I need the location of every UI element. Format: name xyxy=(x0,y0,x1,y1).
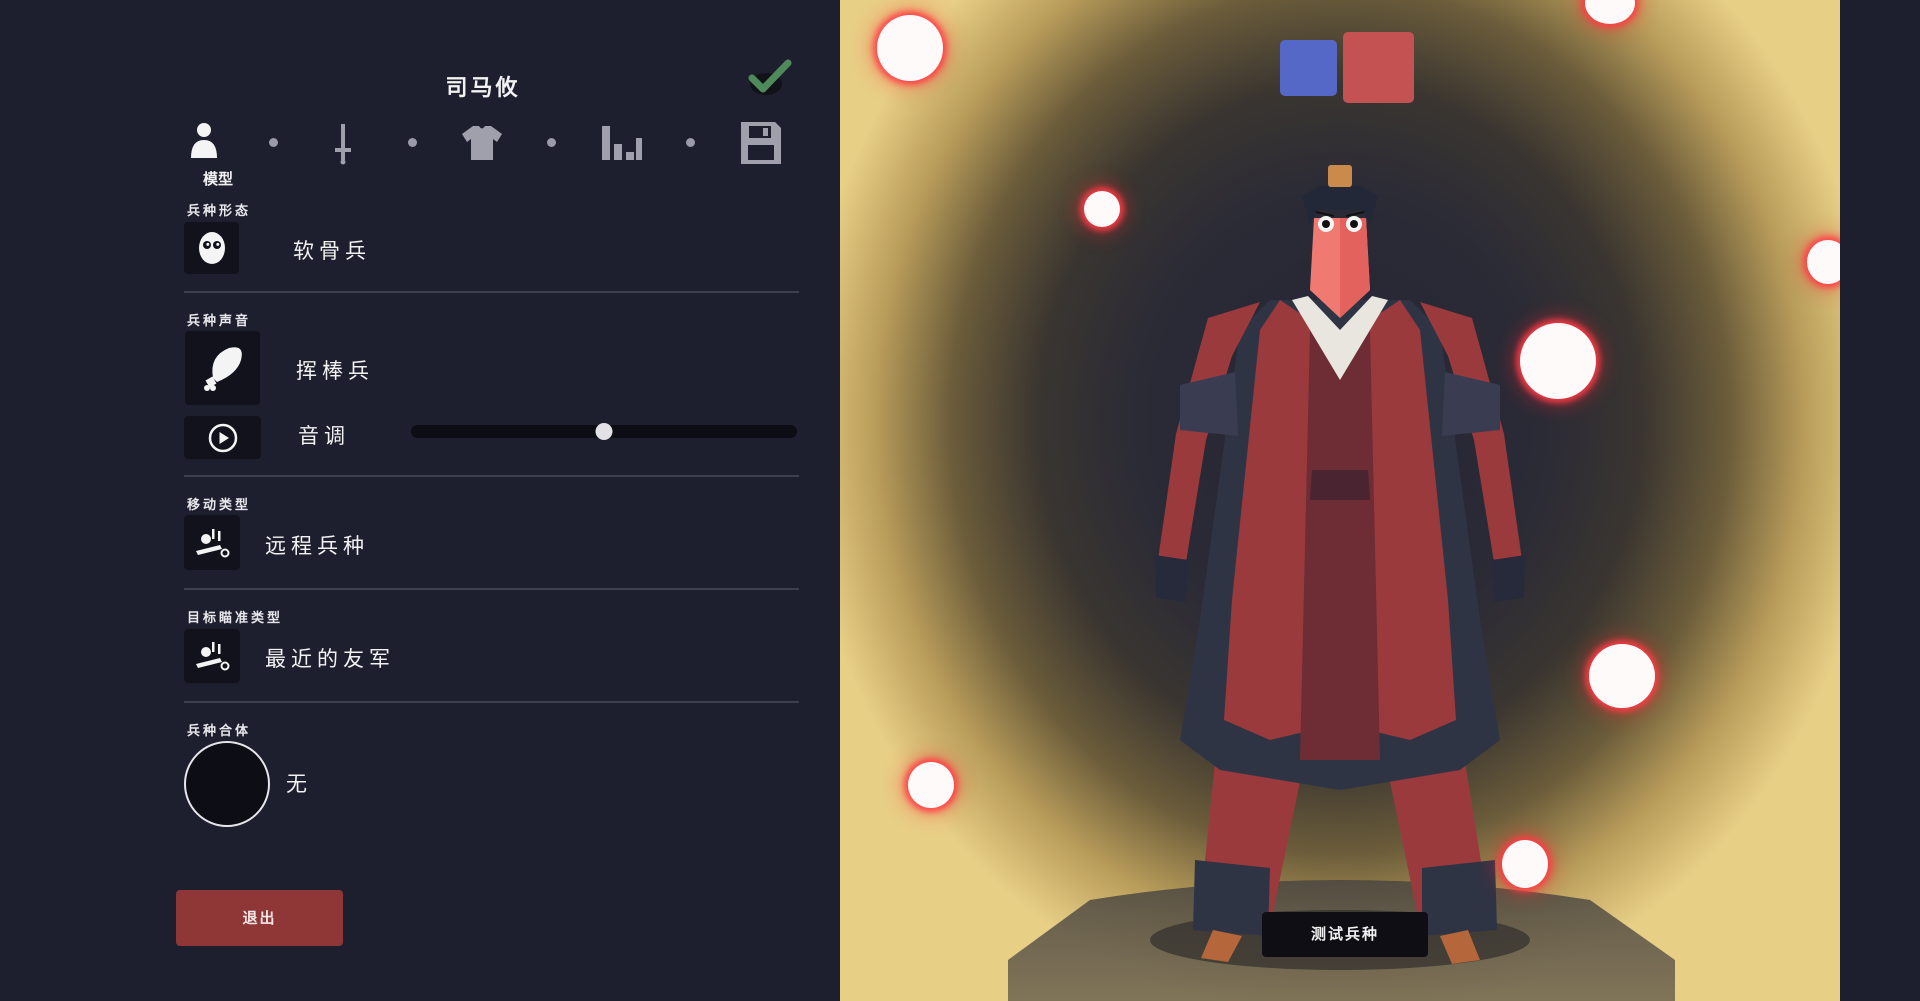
pitch-slider-thumb[interactable] xyxy=(595,423,613,440)
glow-orb xyxy=(1084,191,1120,227)
step-model-label: 模型 xyxy=(202,170,233,188)
section-movement-label: 移动类型 xyxy=(187,498,252,513)
step-separator-dot xyxy=(269,138,278,147)
test-unit-button[interactable]: 测试兵种 xyxy=(1262,912,1428,957)
team-color-blue[interactable] xyxy=(1280,40,1337,96)
voice-select-button[interactable] xyxy=(185,331,260,405)
glow-orb xyxy=(1502,840,1548,888)
sword-icon xyxy=(335,124,351,165)
unit-character xyxy=(1155,165,1525,964)
person-icon xyxy=(191,123,217,158)
combine-value: 无 xyxy=(286,772,312,796)
section-form-label: 兵种形态 xyxy=(187,204,252,219)
right-edge-strip xyxy=(1840,0,1920,1001)
unit-editor-panel: 司马攸 模型 兵种形态 软骨兵 兵种声音 挥棒兵 音调 移动类型 远程兵种 目标… xyxy=(0,0,840,1001)
glow-orb xyxy=(877,15,943,81)
section-voice-label: 兵种声音 xyxy=(187,314,252,329)
voice-value: 挥棒兵 xyxy=(296,359,374,383)
form-value: 软骨兵 xyxy=(293,239,371,263)
unit-preview-scene xyxy=(1008,165,1675,1001)
play-icon xyxy=(208,423,237,452)
pitch-label: 音调 xyxy=(298,424,350,448)
glow-orb xyxy=(1520,323,1596,399)
ragdoll-face-icon xyxy=(198,232,225,264)
pitch-slider[interactable] xyxy=(411,423,797,440)
section-divider xyxy=(184,588,799,590)
step-save[interactable] xyxy=(735,118,785,168)
target-value: 最近的友军 xyxy=(265,647,395,671)
target-icon xyxy=(196,642,230,671)
movement-icon xyxy=(196,528,230,557)
step-stats[interactable] xyxy=(596,118,646,168)
glow-orb xyxy=(908,762,954,808)
step-separator-dot xyxy=(686,138,695,147)
unit-name-title[interactable]: 司马攸 xyxy=(420,70,546,102)
target-select-button[interactable] xyxy=(184,629,240,683)
step-weapons[interactable] xyxy=(318,118,368,168)
step-separator-dot xyxy=(408,138,417,147)
movement-select-button[interactable] xyxy=(184,515,240,570)
glow-orb xyxy=(1589,644,1655,708)
stats-icon xyxy=(602,126,642,160)
drumstick-icon xyxy=(203,347,242,391)
shirt-icon xyxy=(462,126,502,160)
form-select-button[interactable] xyxy=(184,222,239,274)
confirm-check-icon[interactable] xyxy=(748,58,794,98)
team-color-red[interactable] xyxy=(1343,32,1414,103)
movement-value: 远程兵种 xyxy=(265,534,369,558)
step-separator-dot xyxy=(547,138,556,147)
section-divider xyxy=(184,291,799,293)
play-voice-button[interactable] xyxy=(184,416,261,459)
section-combine-label: 兵种合体 xyxy=(187,724,252,739)
step-clothing[interactable] xyxy=(457,118,507,168)
exit-button[interactable]: 退出 xyxy=(176,890,343,946)
combine-select-button[interactable] xyxy=(184,741,270,827)
save-icon xyxy=(741,122,781,164)
section-divider xyxy=(184,701,799,703)
section-target-label: 目标瞄准类型 xyxy=(187,611,284,626)
section-divider xyxy=(184,475,799,477)
step-model[interactable] xyxy=(179,118,229,168)
unit-preview-viewport[interactable] xyxy=(840,0,1840,1001)
